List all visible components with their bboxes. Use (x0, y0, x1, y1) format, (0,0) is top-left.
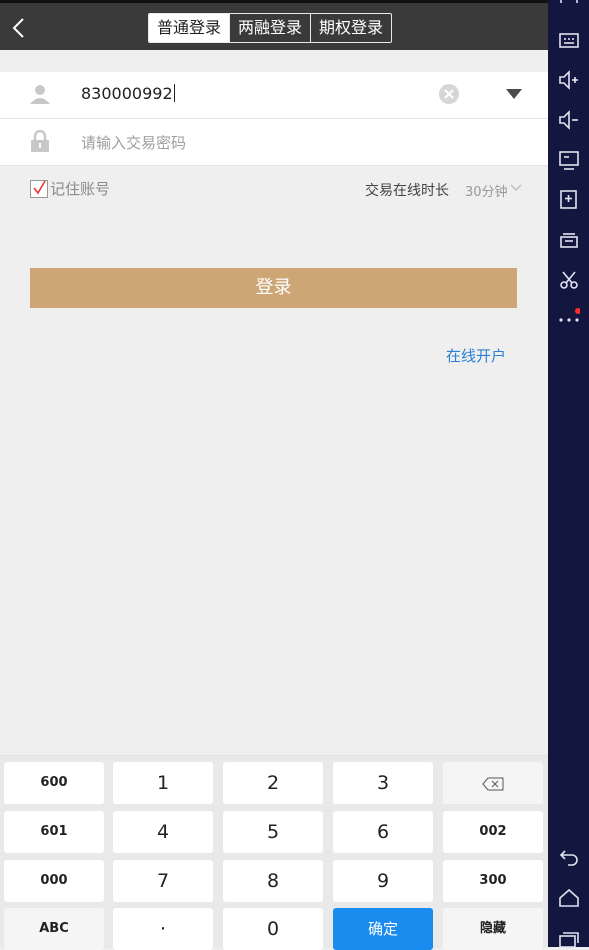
key-601[interactable]: 601 (4, 811, 104, 853)
lock-icon (31, 129, 49, 152)
scissors-icon[interactable] (558, 269, 580, 291)
volume-down-icon[interactable] (558, 109, 580, 131)
key-confirm[interactable]: 确定 (333, 908, 433, 950)
recent-apps-icon[interactable] (558, 927, 580, 949)
key-3[interactable]: 3 (333, 762, 433, 804)
remember-checkbox[interactable] (30, 179, 48, 198)
layers-icon[interactable] (558, 229, 580, 251)
key-4[interactable]: 4 (113, 811, 213, 853)
emulator-sidebar (548, 0, 589, 949)
tab-margin-login[interactable]: 两融登录 (229, 14, 310, 42)
fullscreen-icon[interactable] (558, 0, 580, 16)
home-icon[interactable] (558, 887, 580, 909)
backspace-icon (482, 777, 504, 790)
key-dot[interactable]: · (113, 908, 213, 950)
key-0[interactable]: 0 (223, 908, 323, 950)
chevron-left-icon (12, 18, 24, 38)
online-duration-select[interactable]: 30分钟 (465, 181, 508, 200)
key-backspace[interactable] (443, 762, 543, 804)
key-000[interactable]: 000 (4, 860, 104, 902)
top-bar: 普通登录 两融登录 期权登录 (0, 0, 548, 50)
chevron-down-icon[interactable] (510, 184, 522, 192)
app-screen: 普通登录 两融登录 期权登录 830000992 请输入交易密码 记住账号 交易… (0, 0, 548, 950)
password-row: 请输入交易密码 (0, 119, 548, 166)
key-6[interactable]: 6 (333, 811, 433, 853)
key-600[interactable]: 600 (4, 762, 104, 804)
password-input[interactable]: 请输入交易密码 (81, 132, 186, 153)
account-row: 830000992 (0, 72, 548, 119)
login-form: 830000992 请输入交易密码 (0, 72, 548, 166)
account-input[interactable]: 830000992 (81, 84, 175, 103)
more-icon[interactable] (558, 308, 580, 330)
key-5[interactable]: 5 (223, 811, 323, 853)
back-icon[interactable] (558, 846, 580, 868)
dropdown-arrow-icon[interactable] (505, 88, 523, 100)
screen-icon[interactable] (558, 149, 580, 171)
apk-install-icon[interactable] (558, 189, 580, 211)
back-button[interactable] (8, 13, 32, 43)
login-type-tabs: 普通登录 两融登录 期权登录 (148, 13, 393, 43)
key-hide[interactable]: 隐藏 (443, 908, 543, 950)
key-abc[interactable]: ABC (4, 908, 104, 950)
key-300[interactable]: 300 (443, 860, 543, 902)
numeric-keyboard: 600 1 2 3 601 4 5 6 002 000 7 8 9 300 AB… (0, 755, 548, 950)
tab-options-login[interactable]: 期权登录 (310, 14, 391, 42)
check-icon (33, 180, 46, 194)
keyboard-icon[interactable] (558, 29, 580, 51)
clear-input-icon[interactable] (439, 84, 459, 104)
login-button[interactable]: 登录 (30, 268, 517, 308)
tab-normal-login[interactable]: 普通登录 (149, 14, 230, 42)
user-icon (30, 85, 50, 104)
online-duration-label: 交易在线时长 (365, 183, 449, 199)
key-7[interactable]: 7 (113, 860, 213, 902)
key-9[interactable]: 9 (333, 860, 433, 902)
open-account-link[interactable]: 在线开户 (446, 345, 506, 366)
key-1[interactable]: 1 (113, 762, 213, 804)
volume-up-icon[interactable] (558, 69, 580, 91)
remember-label: 记住账号 (50, 180, 111, 198)
key-2[interactable]: 2 (223, 762, 323, 804)
key-8[interactable]: 8 (223, 860, 323, 902)
key-002[interactable]: 002 (443, 811, 543, 853)
remember-account[interactable]: 记住账号 (30, 178, 110, 199)
